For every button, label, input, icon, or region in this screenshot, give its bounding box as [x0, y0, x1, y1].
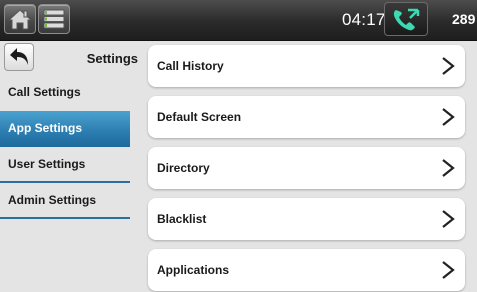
phone-handset-icon — [393, 8, 420, 31]
sidebar-item-app-settings[interactable]: App Settings — [0, 111, 130, 147]
back-arrow-icon — [10, 48, 28, 65]
chevron-right-icon — [442, 159, 455, 177]
list-item-directory[interactable]: Directory — [148, 147, 465, 189]
list-item-label: Blacklist — [157, 212, 207, 226]
home-icon — [7, 9, 33, 30]
menu-icon — [43, 9, 65, 29]
chevron-right-icon — [442, 261, 455, 279]
sidebar-title: Settings — [86, 51, 138, 66]
home-button[interactable] — [4, 4, 36, 34]
settings-sidebar: Settings Call Settings App Settings User… — [0, 41, 142, 292]
sidebar-item-user-settings[interactable]: User Settings — [0, 147, 130, 183]
list-item-label: Call History — [157, 59, 224, 73]
list-item-label: Directory — [157, 161, 210, 175]
top-status-bar: 04:17pm 289 — [0, 0, 477, 41]
sidebar-item-admin-settings[interactable]: Admin Settings — [0, 183, 130, 219]
extension-number: 289 — [452, 11, 476, 27]
sidebar-item-label: App Settings — [8, 121, 82, 135]
sidebar-item-label: Call Settings — [8, 85, 81, 99]
chevron-right-icon — [442, 210, 455, 228]
back-button[interactable] — [4, 43, 34, 71]
list-item-label: Default Screen — [157, 110, 242, 124]
list-item-call-history[interactable]: Call History — [148, 45, 465, 87]
chevron-right-icon — [442, 57, 455, 75]
list-item-blacklist[interactable]: Blacklist — [148, 198, 465, 240]
sidebar-item-label: User Settings — [8, 157, 86, 171]
sidebar-item-label: Admin Settings — [8, 193, 97, 207]
list-item-applications[interactable]: Applications — [148, 249, 465, 291]
chevron-right-icon — [442, 108, 455, 126]
menu-button[interactable] — [38, 4, 70, 34]
list-item-label: Applications — [157, 263, 230, 277]
line-key-button[interactable] — [384, 2, 428, 36]
list-item-default-screen[interactable]: Default Screen — [148, 96, 465, 138]
sidebar-item-call-settings[interactable]: Call Settings — [0, 75, 130, 111]
